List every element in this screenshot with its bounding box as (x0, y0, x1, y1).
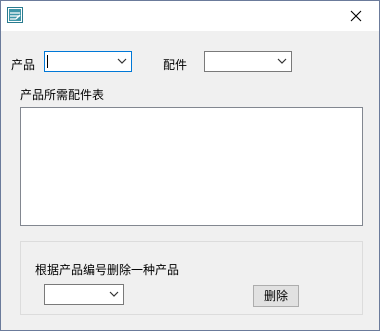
close-icon (350, 10, 362, 22)
chevron-down-icon (109, 291, 119, 297)
app-window: 产品 配件 产品所需配件表 根据产品编号删除一种产品 删除 (0, 0, 380, 331)
delete-button[interactable]: 删除 (253, 285, 299, 307)
product-label: 产品 (11, 58, 36, 72)
parts-table-label: 产品所需配件表 (20, 88, 105, 102)
part-combo-value (209, 55, 273, 68)
text-caret (47, 55, 48, 68)
chevron-down-icon (117, 58, 127, 64)
parts-listbox[interactable] (20, 107, 363, 226)
title-bar (1, 1, 379, 31)
app-icon (7, 7, 23, 23)
delete-code-value (49, 288, 105, 301)
close-button[interactable] (333, 1, 379, 31)
chevron-down-icon (277, 58, 287, 64)
part-combo[interactable] (204, 51, 292, 72)
delete-code-combo[interactable] (44, 284, 124, 305)
product-combo-value (49, 55, 113, 68)
part-label: 配件 (163, 58, 188, 72)
delete-group-label: 根据产品编号删除一种产品 (35, 263, 180, 277)
product-combo[interactable] (44, 51, 132, 72)
